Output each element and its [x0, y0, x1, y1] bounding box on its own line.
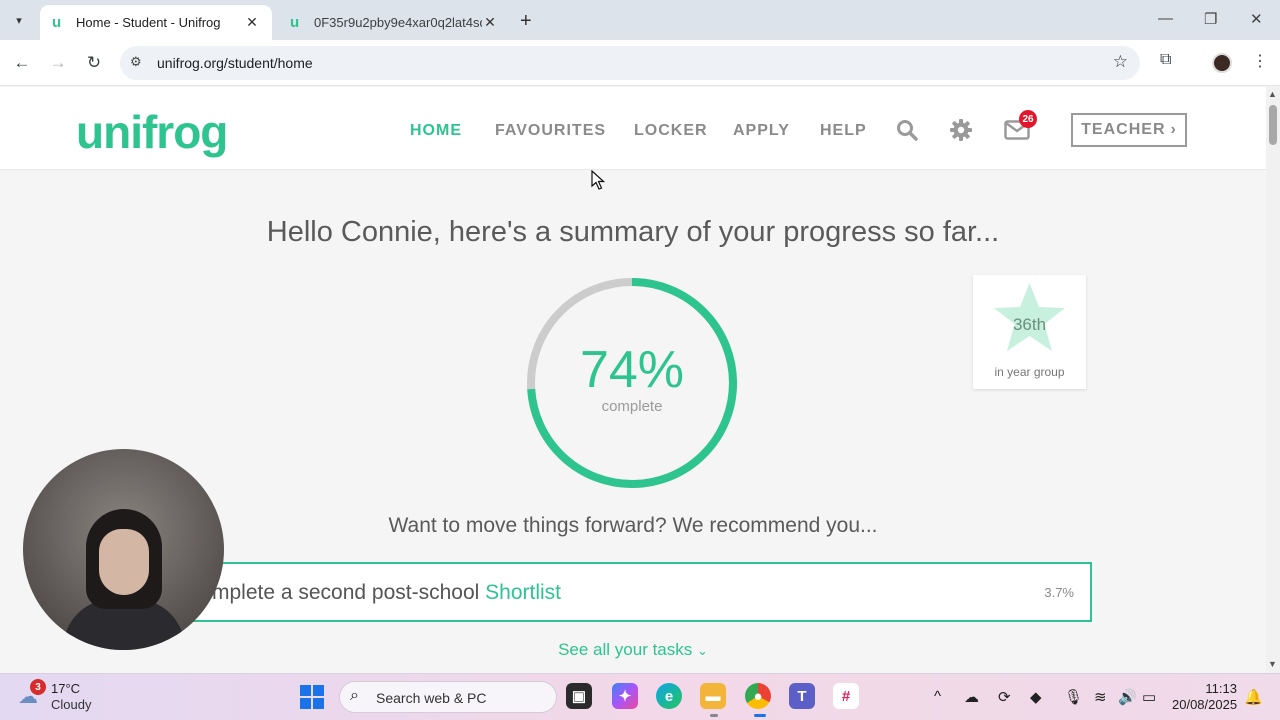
bookmark-star-icon[interactable]: ☆: [1113, 52, 1128, 72]
forward-button[interactable]: →: [46, 51, 70, 75]
profile-avatar[interactable]: [1212, 53, 1232, 73]
slack-icon[interactable]: #: [833, 683, 859, 709]
chevron-up-icon[interactable]: ^: [934, 688, 941, 705]
arrow-left-icon: ←: [13, 53, 31, 72]
arrow-right-icon: →: [49, 53, 67, 72]
task-description: mplete a second post-school: [212, 581, 486, 604]
weather-temperature[interactable]: 17°C: [51, 681, 80, 696]
search-icon: ⌕: [350, 687, 359, 704]
progress-label: complete: [601, 398, 663, 415]
close-window-icon[interactable]: ✕: [1250, 10, 1263, 28]
task-view-icon[interactable]: ▣: [566, 683, 592, 709]
site-settings-icon[interactable]: ⚙: [130, 54, 142, 70]
weather-condition[interactable]: Cloudy: [51, 697, 91, 712]
windows-start-icon[interactable]: [300, 685, 324, 709]
nav-home[interactable]: HOME: [410, 122, 462, 140]
gear-icon[interactable]: [949, 118, 973, 142]
onedrive-icon[interactable]: ☁: [964, 688, 979, 706]
task-percent: 3.7%: [1044, 585, 1074, 600]
task-card[interactable]: mplete a second post-school Shortlist 3.…: [180, 562, 1092, 622]
url-text[interactable]: unifrog.org/student/home: [157, 55, 313, 71]
unifrog-logo[interactable]: unifrog: [76, 105, 228, 159]
browser-tab-active[interactable]: u Home - Student - Unifrog ✕: [40, 5, 272, 40]
copilot-icon[interactable]: ✦: [612, 683, 638, 709]
browser-tab[interactable]: u 0F35r9u2pby9e4xar0q2lat4sd8l ✕: [278, 5, 510, 40]
new-tab-button[interactable]: +: [520, 10, 532, 33]
shortlist-link[interactable]: Shortlist: [485, 581, 561, 604]
edge-icon[interactable]: e: [656, 683, 682, 709]
reload-icon: ↻: [86, 53, 102, 72]
scroll-up-icon[interactable]: ▲: [1268, 89, 1277, 99]
restore-icon[interactable]: ❐: [1204, 10, 1217, 28]
windows-taskbar: ☁ 3 17°C Cloudy ⌕ Search web & PC ▣ ✦ e …: [0, 673, 1280, 720]
reload-button[interactable]: ↻: [82, 51, 106, 75]
tab-title: 0F35r9u2pby9e4xar0q2lat4sd8l: [314, 15, 482, 30]
greeting-heading: Hello Connie, here's a summary of your p…: [266, 216, 1000, 248]
file-explorer-icon[interactable]: ▬: [700, 683, 726, 709]
weather-badge: 3: [30, 679, 46, 695]
scroll-down-icon[interactable]: ▼: [1268, 659, 1277, 669]
mail-count-badge: 26: [1019, 110, 1037, 128]
wifi-icon[interactable]: ≋: [1094, 688, 1107, 706]
teams-icon[interactable]: T: [789, 683, 815, 709]
back-button[interactable]: ←: [10, 51, 34, 75]
taskbar-search-placeholder: Search web & PC: [376, 690, 487, 706]
extensions-icon[interactable]: ⧉: [1160, 51, 1171, 69]
dropbox-icon[interactable]: ◆: [1030, 688, 1042, 706]
mouse-cursor-icon: [591, 170, 605, 190]
speaker-icon[interactable]: 🔊: [1118, 688, 1137, 706]
notification-icon[interactable]: 🔔: [1244, 688, 1263, 706]
clock-time[interactable]: 11:13: [1205, 681, 1237, 696]
unifrog-favicon-icon: u: [290, 14, 300, 31]
chevron-down-icon: ▾: [16, 14, 22, 27]
task-text: mplete a second post-school Shortlist: [212, 581, 561, 605]
tab-search-button[interactable]: ▾: [6, 8, 32, 32]
battery-icon[interactable]: ▭: [1142, 688, 1156, 706]
nav-apply[interactable]: APPLY: [733, 122, 790, 140]
scroll-thumb[interactable]: [1269, 105, 1277, 145]
see-all-tasks-link[interactable]: See all your tasks ⌄: [0, 640, 1266, 660]
nav-help[interactable]: HELP: [820, 122, 867, 140]
address-bar[interactable]: ⚙ unifrog.org/student/home ☆: [120, 46, 1140, 80]
teacher-label: TEACHER: [1081, 121, 1166, 138]
chevron-down-icon: ⌄: [697, 643, 708, 658]
teacher-button[interactable]: TEACHER ›: [1071, 113, 1187, 147]
progress-percent: 74%: [579, 341, 685, 399]
search-icon[interactable]: [896, 119, 918, 141]
rank-position: 36th: [1012, 315, 1047, 334]
unifrog-favicon-icon: u: [52, 14, 62, 31]
close-tab-icon[interactable]: ✕: [482, 14, 498, 31]
browser-tab-strip: ▾ u Home - Student - Unifrog ✕ u 0F35r9u…: [0, 0, 1280, 40]
rank-label: in year group: [994, 365, 1065, 379]
see-all-label: See all your tasks: [558, 640, 693, 659]
menu-dots-icon[interactable]: ⋮: [1252, 51, 1268, 71]
chevron-right-icon: ›: [1170, 121, 1177, 138]
chrome-icon[interactable]: ●: [745, 683, 771, 709]
minimize-icon[interactable]: —: [1158, 10, 1173, 27]
webcam-overlay: [23, 449, 224, 650]
microphone-icon[interactable]: 🎙: [1064, 688, 1083, 706]
tab-title: Home - Student - Unifrog: [76, 15, 221, 30]
sync-icon[interactable]: ⟳: [998, 688, 1011, 706]
page-scrollbar[interactable]: ▲ ▼: [1266, 87, 1280, 673]
close-tab-icon[interactable]: ✕: [244, 14, 260, 31]
clock-date[interactable]: 20/08/2025: [1172, 697, 1237, 712]
year-group-rank-card: 36th in year group: [973, 275, 1086, 389]
nav-locker[interactable]: LOCKER: [634, 122, 708, 140]
browser-toolbar: ← → ↻ ⚙ unifrog.org/student/home ☆ ⧉ ⋮: [0, 40, 1280, 86]
taskbar-search[interactable]: ⌕ Search web & PC: [339, 681, 557, 713]
nav-favourites[interactable]: FAVOURITES: [495, 122, 606, 140]
